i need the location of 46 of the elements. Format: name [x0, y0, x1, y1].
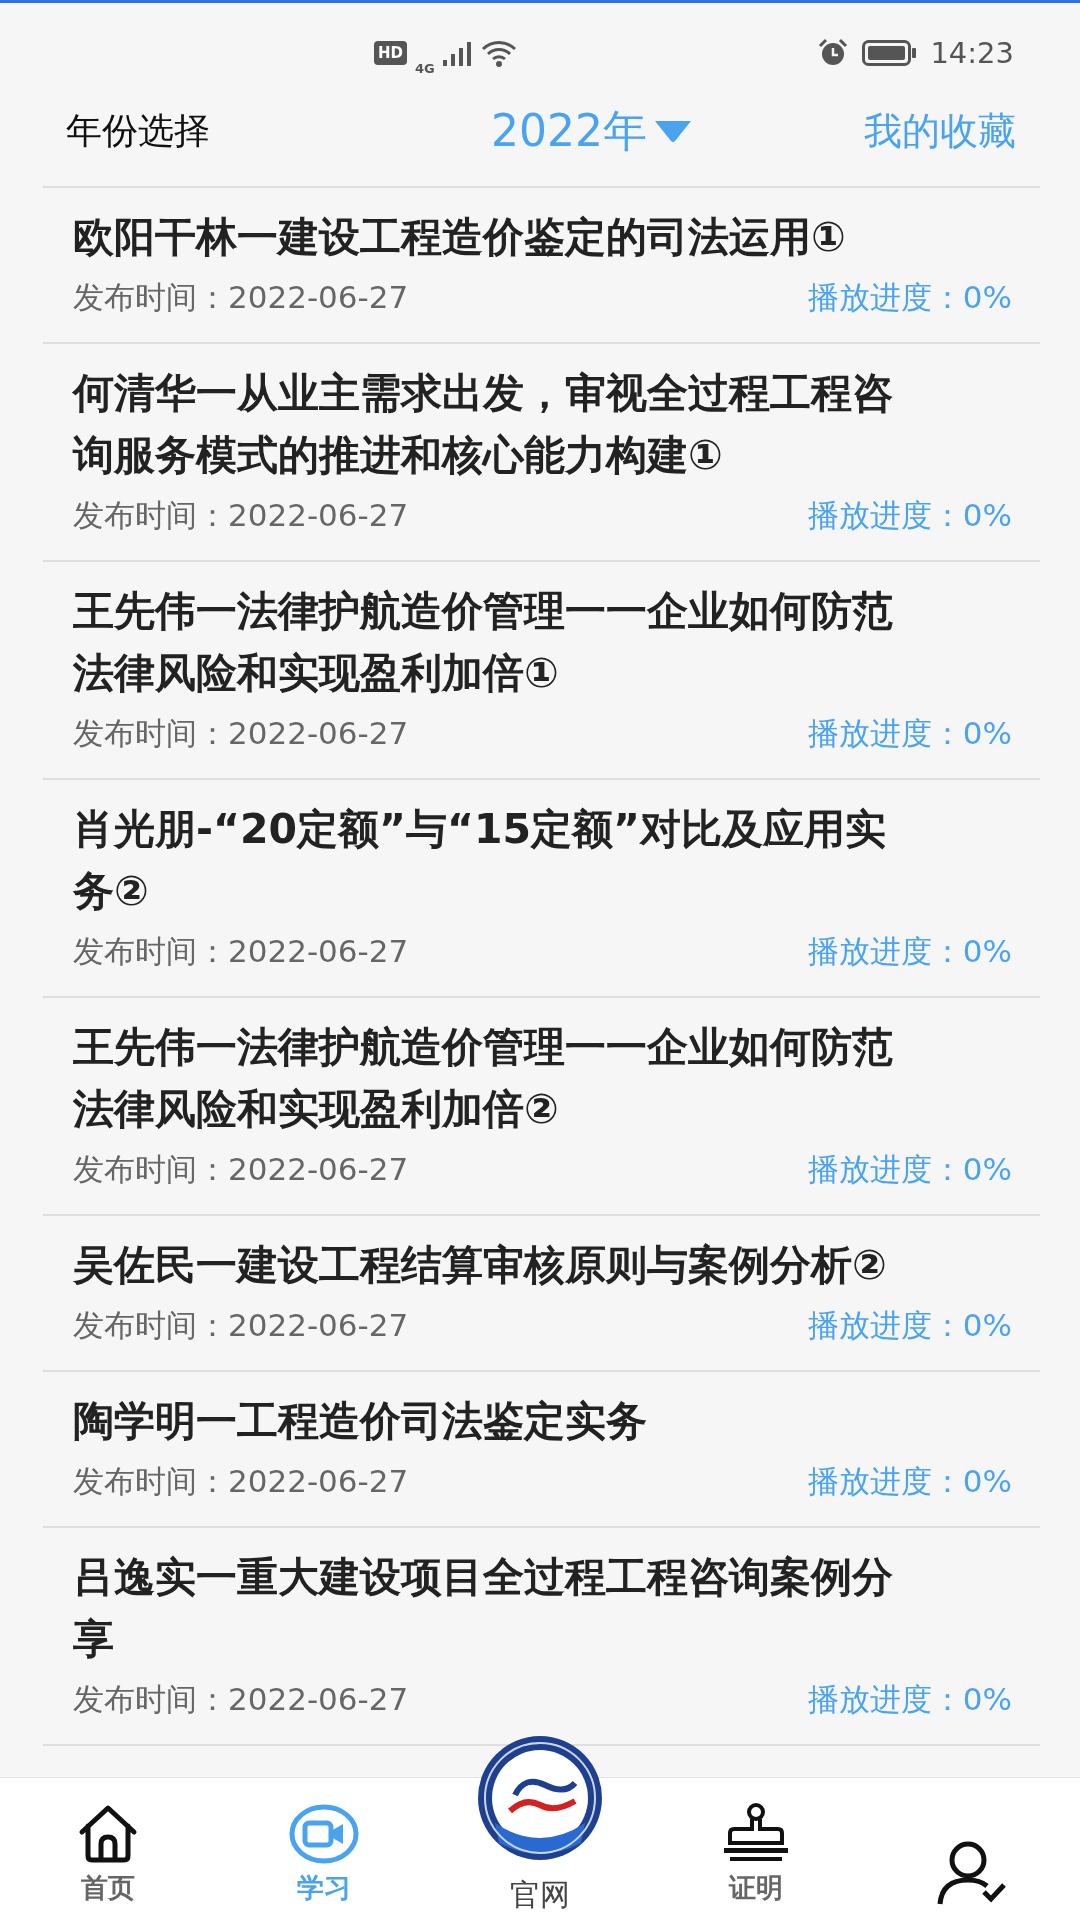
caret-icon — [653, 118, 693, 144]
course-item[interactable]: 吴佐民一建设工程结算审核原则与案例分析② 发布时间：2022-06-27 播放进度：0% — [43, 1216, 1040, 1372]
publish-date: 发布时间：2022-06-27 — [73, 278, 409, 317]
course-title: 王先伟一法律护航造价管理一一企业如何防范法律风险和实现盈利加倍① — [73, 586, 894, 699]
course-title: 吕逸实一重大建设项目全过程工程咨询案例分享 — [73, 1552, 894, 1665]
video-camera-icon — [288, 1804, 360, 1864]
user-check-icon — [936, 1840, 1008, 1906]
course-title: 欧阳干林一建设工程造价鉴定的司法运用① — [73, 212, 847, 263]
signal-icon — [442, 40, 473, 66]
playback-label: 播放进度：0% — [807, 1680, 1012, 1719]
publish-date: 发布时间：2022-06-27 — [73, 496, 409, 535]
battery-icon — [862, 40, 917, 66]
course-title: 王先伟一法律护航造价管理一一企业如何防范法律风险和实现盈利加倍② — [73, 1022, 894, 1135]
playback-label: 播放进度：0% — [807, 932, 1012, 971]
network-label: 4G — [415, 60, 435, 76]
wifi-icon — [480, 39, 517, 67]
hd-icon: HD — [374, 41, 407, 65]
course-title: 吴佐民一建设工程结算审核原则与案例分析② — [73, 1240, 888, 1291]
course-title: 陶学明一工程造价司法鉴定实务 — [73, 1396, 648, 1447]
playback-label: 播放进度：0% — [807, 714, 1012, 753]
playback-label: 播放进度：0% — [807, 1150, 1012, 1189]
course-title: 肖光朋-“20定额”与“15定额”对比及应用实务② — [73, 804, 887, 917]
playback-label: 播放进度：0% — [807, 496, 1012, 535]
publish-date: 发布时间：2022-06-27 — [73, 1306, 409, 1345]
clock-time: 14:23 — [930, 36, 1014, 70]
publish-date: 发布时间：2022-06-27 — [73, 932, 409, 971]
playback-label: 播放进度：0% — [807, 1306, 1012, 1345]
nav-tab[interactable]: 官网 — [510, 1875, 570, 1920]
publish-date: 发布时间：2022-06-27 — [73, 1150, 409, 1189]
emblem-icon[interactable] — [475, 1733, 605, 1863]
course-item[interactable]: 王先伟一法律护航造价管理一一企业如何防范法律风险和实现盈利加倍② 发布时间：2022-06-27 播放进度：0% — [43, 998, 1040, 1216]
course-item[interactable]: 王先伟一法律护航造价管理一一企业如何防范法律风险和实现盈利加倍① 发布时间：2022-06-27 播放进度：0% — [43, 562, 1040, 780]
course-item[interactable]: 陶学明一工程造价司法鉴定实务 发布时间：2022-06-27 播放进度：0% — [43, 1372, 1040, 1528]
nav-tab[interactable]: 证明 — [720, 1802, 792, 1920]
year-select-label: 年份选择 — [66, 108, 210, 153]
playback-label: 播放进度：0% — [807, 1462, 1012, 1501]
alarm-icon — [818, 38, 849, 68]
course-item[interactable]: 何清华一从业主需求出发，审视全过程工程咨询服务模式的推进和核心能力构建① 发布时间：2022-06-27 播放进度：0% — [43, 344, 1040, 562]
nav-tab[interactable]: 首页 — [76, 1804, 140, 1920]
course-title: 何清华一从业主需求出发，审视全过程工程咨询服务模式的推进和核心能力构建① — [73, 368, 894, 481]
course-item[interactable]: 欧阳干林一建设工程造价鉴定的司法运用① 发布时间：2022-06-27 播放进度：0% — [43, 188, 1040, 344]
course-item[interactable]: 肖光朋-“20定额”与“15定额”对比及应用实务② 发布时间：2022-06-27 播放进度：0% — [43, 780, 1040, 998]
publish-date: 发布时间：2022-06-27 — [73, 1680, 409, 1719]
playback-label: 播放进度：0% — [807, 278, 1012, 317]
publish-date: 发布时间：2022-06-27 — [73, 714, 409, 753]
publish-date: 发布时间：2022-06-27 — [73, 1462, 409, 1501]
